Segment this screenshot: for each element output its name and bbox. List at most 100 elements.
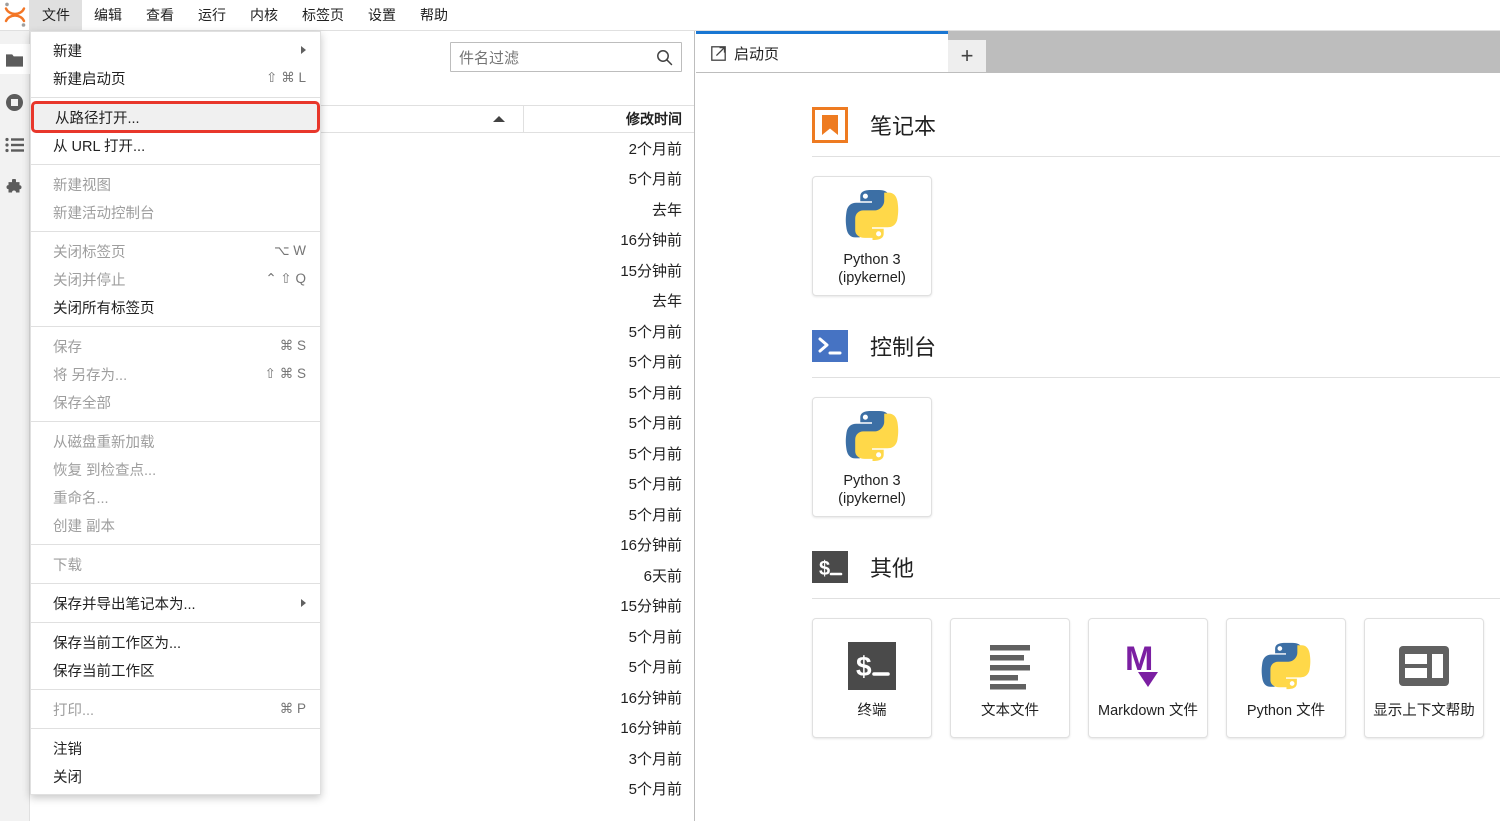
file-modified-cell: 去年 [651, 201, 682, 219]
menu-item-label: 保存并导出笔记本为... [53, 596, 196, 613]
menu-item-label: 保存当前工作区为... [53, 635, 182, 652]
menu-item-entry: 新建视图 [31, 170, 320, 198]
launcher-card-label: Markdown 文件 [1098, 703, 1198, 720]
menu-item-entry: 保存 ⌘ S [31, 332, 320, 360]
menu-item-label: 打印... [53, 702, 95, 719]
menu-item-label: 关闭并停止 [53, 272, 126, 289]
sidebar-item-running[interactable] [0, 87, 30, 117]
section-title-other: 其他 [870, 556, 915, 581]
file-modified-cell: 5个月前 [628, 659, 682, 677]
launcher-card-label: 终端 [857, 703, 887, 720]
file-modified-cell: 5个月前 [628, 323, 682, 341]
launcher-icon [711, 45, 726, 61]
menu-item-shortcut: ⌥ W [273, 243, 306, 258]
menu-item-entry[interactable]: 新建启动页 ⇧ ⌘ L [31, 64, 320, 92]
menu-separator [31, 326, 320, 327]
file-menu-dropdown: 新建 新建启动页 ⇧ ⌘ L 从路径打开... 从 URL 打开... 新建视图 新建活动控… [30, 31, 321, 795]
menu-run[interactable]: 运行 [186, 0, 238, 31]
launcher-section-other: $ 其他 $ 终端 文本文件 M Markdown 文件 Python 文件 显… [812, 545, 1500, 738]
launcher-card-markdown-file[interactable]: M Markdown 文件 [1088, 618, 1208, 738]
other-terminal-icon: $ [812, 551, 848, 583]
file-modified-cell: 16分钟前 [620, 537, 682, 555]
tab-bar: 启动页 + [696, 31, 1500, 73]
menu-item-entry[interactable]: 保存当前工作区为... [31, 628, 320, 656]
launcher-card-text-file[interactable]: 文本文件 [950, 618, 1070, 738]
file-filter-input[interactable]: 件名过滤 [450, 42, 682, 72]
launcher-cards-notebook: Python 3 (ipykernel) [812, 157, 1500, 296]
menu-item-label: 从 URL 打开... [53, 138, 146, 155]
menu-item-entry[interactable]: 关闭所有标签页 [31, 293, 320, 321]
svg-text:$: $ [856, 651, 872, 682]
section-spacer-b [812, 517, 1500, 545]
menu-tabs-label: 标签页 [302, 7, 344, 23]
menu-edit[interactable]: 编辑 [82, 0, 134, 31]
file-modified-cell: 16分钟前 [620, 720, 682, 738]
file-modified-cell: 5个月前 [628, 628, 682, 646]
launcher-panel: 笔记本 Python 3 (ipykernel) 控制台 Python 3 (i… [696, 73, 1500, 821]
file-modified-cell: 5个月前 [628, 781, 682, 799]
section-header-other: $ 其他 [812, 545, 1500, 589]
menu-settings[interactable]: 设置 [356, 0, 408, 31]
sidebar-item-toc[interactable] [0, 130, 30, 160]
folder-icon [5, 53, 23, 67]
menu-item-entry: 下载 [31, 550, 320, 578]
menu-item-entry: 创建 副本 [31, 511, 320, 539]
menu-item-entry[interactable]: 注销 [31, 734, 320, 762]
menu-help-label: 帮助 [420, 7, 448, 23]
menu-item-label: 关闭 [53, 769, 82, 786]
menu-tabs[interactable]: 标签页 [290, 0, 356, 31]
tab-launcher[interactable]: 启动页 [696, 31, 948, 72]
launcher-card-contextual-help[interactable]: 显示上下文帮助 [1364, 618, 1484, 738]
menu-separator [31, 622, 320, 623]
launcher-card-terminal[interactable]: $ 终端 [812, 618, 932, 738]
section-title-console: 控制台 [870, 335, 937, 360]
sidebar-item-file-browser[interactable] [0, 44, 30, 74]
menu-item-label: 新建 [53, 43, 82, 60]
menu-item-entry: 重命名... [31, 483, 320, 511]
left-sidebar-rail [0, 31, 30, 821]
jupyter-logo[interactable] [0, 0, 30, 31]
menu-item-label: 关闭标签页 [53, 244, 126, 261]
section-header-notebook: 笔记本 [812, 103, 1500, 147]
menu-file[interactable]: 文件 [30, 0, 82, 31]
terminal-icon: $ [841, 635, 903, 697]
menu-item-label: 新建启动页 [53, 71, 126, 88]
file-modified-cell: 2个月前 [628, 140, 682, 158]
menu-separator [31, 421, 320, 422]
menu-item-entry: 恢复 到检查点... [31, 455, 320, 483]
menu-kernel[interactable]: 内核 [238, 0, 290, 31]
menu-item-entry[interactable]: 从 URL 打开... [31, 131, 320, 159]
menu-item-entry[interactable]: 保存当前工作区 [31, 656, 320, 684]
submenu-arrow-icon [301, 46, 306, 54]
menu-file-label: 文件 [42, 7, 70, 23]
file-modified-cell: 5个月前 [628, 415, 682, 433]
sidebar-item-extensions[interactable] [0, 173, 30, 203]
menu-view-label: 查看 [146, 7, 174, 23]
file-modified-cell: 6天前 [643, 567, 682, 585]
menu-bar-items: 文件 编辑 查看 运行 内核 标签页 设置 帮助 [30, 0, 460, 31]
file-modified-cell: 5个月前 [628, 171, 682, 189]
menu-item-label: 将 另存为... [53, 367, 128, 384]
section-header-console: 控制台 [812, 324, 1500, 368]
menu-item-entry[interactable]: 保存并导出笔记本为... [31, 589, 320, 617]
tab-launcher-label: 启动页 [734, 45, 780, 63]
launcher-card-notebook-python3[interactable]: Python 3 (ipykernel) [812, 176, 932, 296]
menu-item-entry[interactable]: 关闭 [31, 762, 320, 790]
column-header-last-modified[interactable]: 修改时间 [524, 109, 694, 129]
menu-view[interactable]: 查看 [134, 0, 186, 31]
section-spacer-a [812, 296, 1500, 324]
menu-item-entry: 关闭并停止 ⌃ ⇧ Q [31, 265, 320, 293]
contextual-help-icon [1393, 635, 1455, 697]
section-title-notebook: 笔记本 [870, 114, 937, 139]
menu-bar: 文件 编辑 查看 运行 内核 标签页 设置 帮助 [0, 0, 1500, 31]
launcher-card-python-file[interactable]: Python 文件 [1226, 618, 1346, 738]
new-tab-button[interactable]: + [948, 40, 986, 72]
menu-separator [31, 689, 320, 690]
file-modified-cell: 5个月前 [628, 384, 682, 402]
menu-item-entry[interactable]: 新建 [31, 36, 320, 64]
menu-help[interactable]: 帮助 [408, 0, 460, 31]
puzzle-icon [6, 178, 22, 192]
menu-item-label: 从磁盘重新加载 [53, 434, 155, 451]
launcher-card-console-python3[interactable]: Python 3 (ipykernel) [812, 397, 932, 517]
menu-item-open-from-path[interactable]: 从路径打开... [31, 101, 320, 133]
